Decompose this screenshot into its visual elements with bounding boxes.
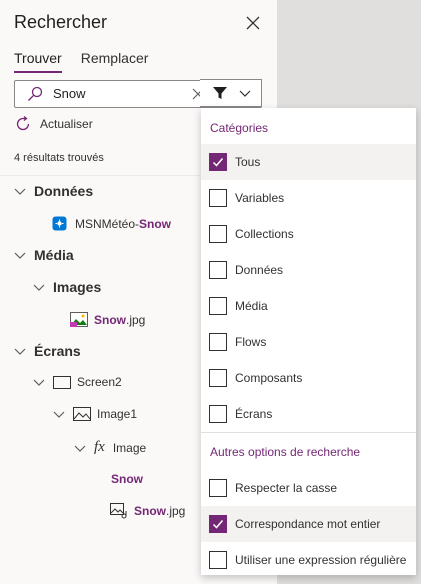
- tree-item-suffix: .jpg: [166, 504, 186, 518]
- checkbox[interactable]: [209, 551, 227, 569]
- category-data[interactable]: Données: [201, 252, 416, 288]
- search-icon: [28, 86, 43, 101]
- tree-group-ecrans[interactable]: Écrans: [14, 343, 81, 359]
- image-icon: [73, 407, 91, 421]
- tree-group-images[interactable]: Images: [33, 279, 101, 295]
- checkbox-label: Tous: [235, 155, 261, 169]
- tree-item-image-property[interactable]: fx Image: [74, 439, 146, 456]
- chevron-down-icon: [14, 348, 26, 355]
- tree-item-image1[interactable]: Image1: [53, 407, 137, 421]
- match-highlight: Snow: [94, 312, 126, 327]
- media-file-icon: [110, 503, 127, 519]
- close-icon[interactable]: [244, 14, 262, 32]
- dropdown-divider: [201, 432, 416, 433]
- refresh-icon: [16, 115, 30, 131]
- checkbox[interactable]: [209, 153, 227, 171]
- checkmark-icon: [212, 158, 224, 167]
- options-header: Autres options de recherche: [210, 445, 361, 459]
- tree-item-label: Screen2: [77, 375, 122, 389]
- chevron-down-icon: [53, 411, 65, 418]
- checkbox-label: Respecter la casse: [235, 481, 338, 495]
- category-components[interactable]: Composants: [201, 360, 416, 396]
- category-variables[interactable]: Variables: [201, 180, 416, 216]
- match-highlight: Snow: [111, 472, 143, 486]
- category-flows[interactable]: Flows: [201, 324, 416, 360]
- checkbox-label: Flows: [235, 335, 267, 349]
- tree-item-snow-jpg[interactable]: Snow .jpg: [70, 312, 145, 327]
- tree-item-screen2[interactable]: Screen2: [33, 375, 122, 389]
- tree-item-snow-jpg-ref[interactable]: Snow .jpg: [110, 503, 185, 519]
- option-match-case[interactable]: Respecter la casse: [201, 470, 416, 506]
- checkbox-label: Correspondance mot entier: [235, 517, 381, 531]
- tree-item-label: Image: [112, 440, 147, 455]
- checkbox[interactable]: [209, 261, 227, 279]
- filter-icon: [213, 87, 227, 99]
- tab-bar: Trouver Remplacer: [14, 50, 167, 73]
- chevron-down-icon: [14, 252, 26, 259]
- tab-find[interactable]: Trouver: [14, 50, 62, 73]
- chevron-down-icon: [33, 284, 45, 291]
- refresh-button[interactable]: Actualiser: [14, 115, 93, 133]
- chevron-down-icon: [74, 445, 86, 452]
- filter-dropdown: Catégories Tous Variables Collections Do…: [201, 108, 416, 575]
- tree-group-donnees[interactable]: Données: [14, 183, 93, 199]
- tab-replace[interactable]: Remplacer: [81, 50, 149, 73]
- tree-group-label: Données: [34, 183, 94, 199]
- tree-item-msn[interactable]: MSNMétéo- Snow: [52, 216, 171, 231]
- image-icon: [70, 312, 88, 327]
- checkbox[interactable]: [209, 515, 227, 533]
- match-highlight: Snow: [134, 504, 166, 518]
- filter-button[interactable]: [200, 79, 262, 107]
- checkbox[interactable]: [209, 297, 227, 315]
- tree-item-snow-value[interactable]: Snow: [111, 472, 143, 486]
- categories-header: Catégories: [210, 121, 269, 135]
- tree-item-label: Image1: [97, 407, 138, 421]
- checkbox[interactable]: [209, 369, 227, 387]
- checkbox[interactable]: [209, 189, 227, 207]
- category-collections[interactable]: Collections: [201, 216, 416, 252]
- category-screens[interactable]: Écrans: [201, 396, 416, 432]
- tree-group-label: Média: [34, 247, 74, 263]
- checkbox[interactable]: [209, 479, 227, 497]
- checkbox-label: Média: [235, 299, 268, 313]
- checkbox-label: Variables: [235, 191, 285, 205]
- datasource-icon: [52, 216, 67, 231]
- checkbox[interactable]: [209, 405, 227, 423]
- refresh-label: Actualiser: [40, 117, 93, 131]
- checkbox[interactable]: [209, 333, 227, 351]
- tree-group-label: Écrans: [34, 343, 81, 359]
- checkbox-label: Composants: [235, 371, 303, 385]
- chevron-down-icon: [239, 90, 251, 97]
- category-all[interactable]: Tous: [201, 144, 416, 180]
- option-whole-word[interactable]: Correspondance mot entier: [201, 506, 416, 542]
- checkbox-label: Utiliser une expression régulière: [235, 553, 407, 567]
- formula-icon: fx: [94, 439, 105, 455]
- tree-item-label: MSNMétéo-: [75, 216, 140, 231]
- checkbox-label: Collections: [235, 227, 294, 241]
- chevron-down-icon: [14, 188, 26, 195]
- checkbox-label: Écrans: [235, 407, 273, 421]
- tree-group-media[interactable]: Média: [14, 247, 74, 263]
- match-highlight: Snow: [139, 216, 172, 231]
- results-count: 4 résultats trouvés: [14, 152, 104, 164]
- category-media[interactable]: Média: [201, 288, 416, 324]
- panel-title: Rechercher: [14, 12, 108, 32]
- checkbox-label: Données: [235, 263, 284, 277]
- tree-group-label: Images: [53, 279, 102, 295]
- checkbox[interactable]: [209, 225, 227, 243]
- search-input[interactable]: [51, 85, 185, 102]
- tree-item-suffix: .jpg: [126, 312, 146, 327]
- chevron-down-icon: [33, 379, 45, 386]
- checkmark-icon: [212, 520, 224, 529]
- option-regex[interactable]: Utiliser une expression régulière: [201, 542, 416, 578]
- screen-icon: [53, 375, 71, 389]
